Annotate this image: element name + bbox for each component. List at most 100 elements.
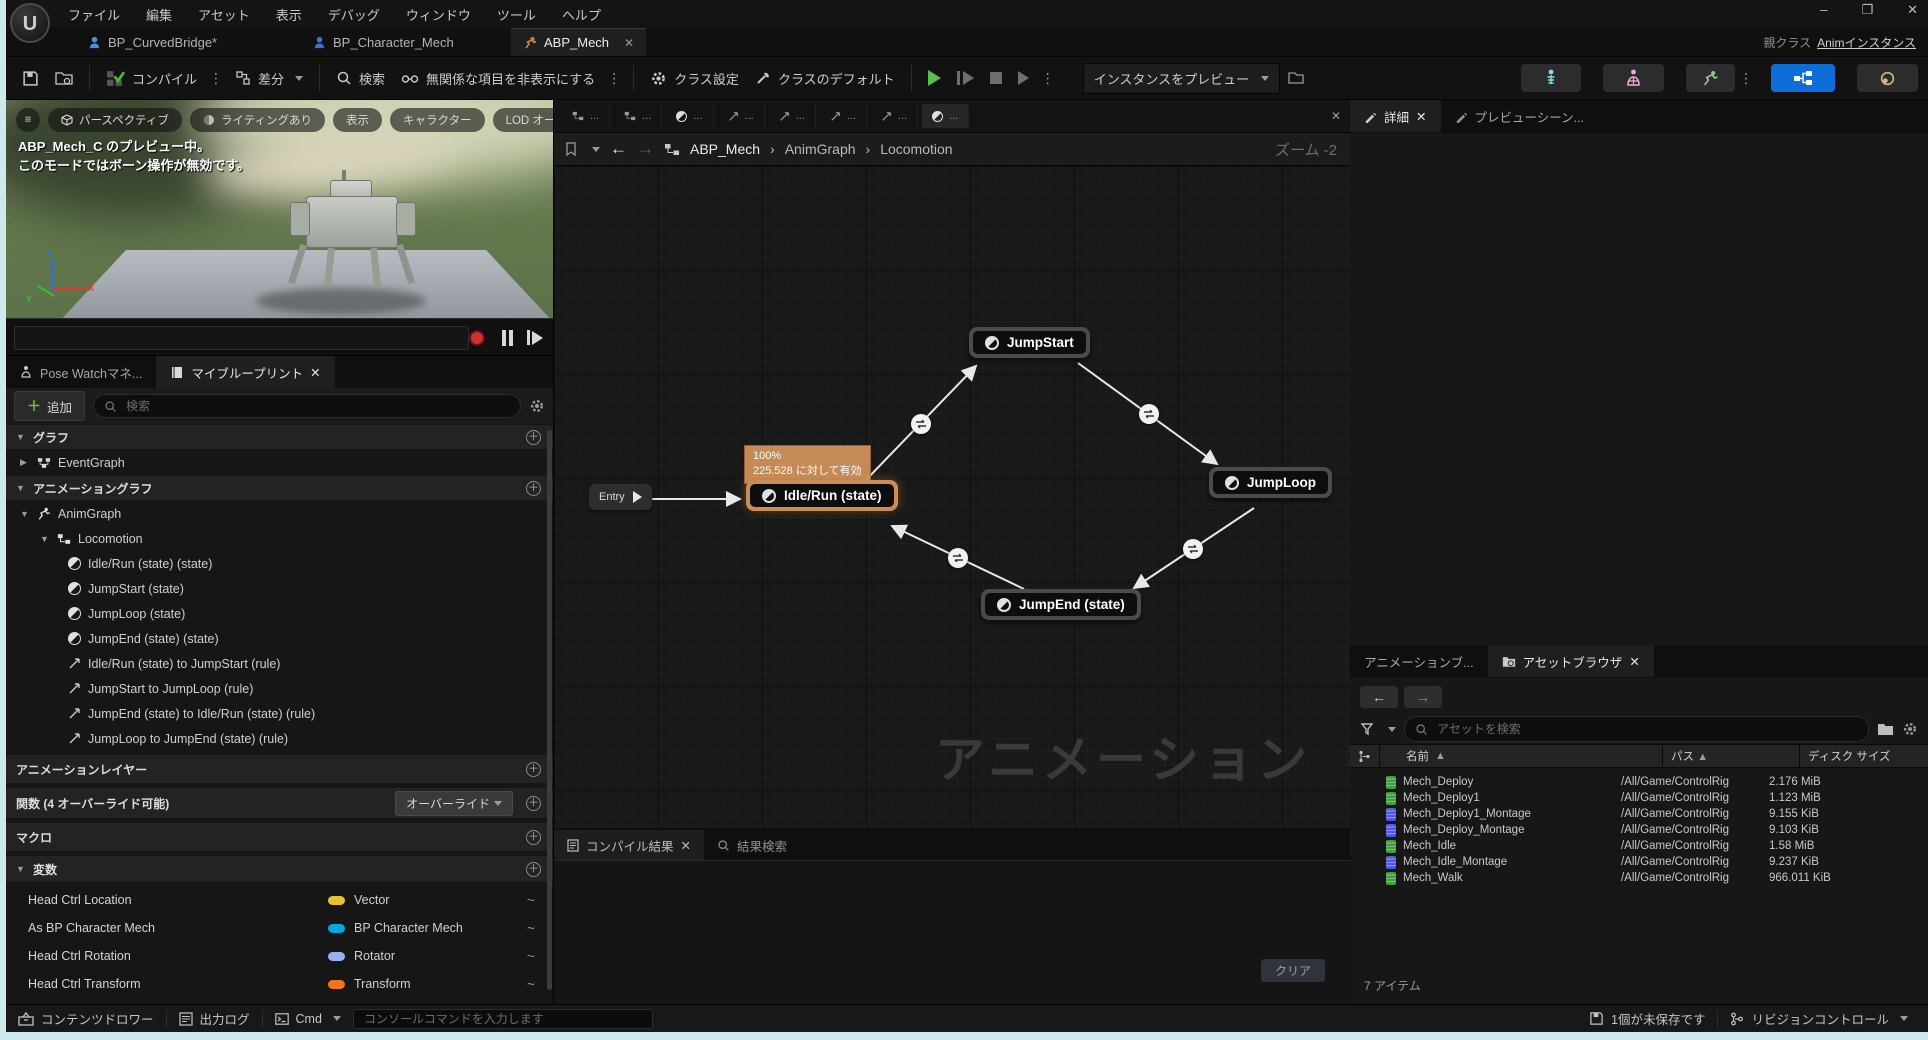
tree-item-state[interactable]: JumpEnd (state) (state) <box>6 626 553 651</box>
column-size[interactable]: ディスク サイズ <box>1808 748 1928 764</box>
play-options-kebab[interactable]: ⋮ <box>1037 70 1059 87</box>
close-tab-icon[interactable]: ✕ <box>624 36 634 50</box>
transition-node[interactable] <box>1183 539 1203 559</box>
class-settings-button[interactable]: クラス設定 <box>642 63 747 94</box>
add-variable-icon[interactable]: ＋ <box>526 861 541 877</box>
close-tab-icon[interactable]: ✕ <box>681 838 691 853</box>
close-tab-icon[interactable]: ✕ <box>1416 109 1426 124</box>
sidebar-scrollbar[interactable] <box>547 430 552 990</box>
graph-doc-tab[interactable]: ... <box>614 104 663 128</box>
breadcrumb-root[interactable]: ABP_Mech <box>690 141 760 157</box>
tab-asset-browser[interactable]: アセットブラウザ ✕ <box>1487 645 1654 677</box>
menu-edit[interactable]: 編集 <box>146 5 172 24</box>
close-strip-icon[interactable]: ✕ <box>1331 109 1341 123</box>
eye-closed-icon[interactable]: ~ <box>527 948 535 964</box>
state-node-jumpend[interactable]: JumpEnd (state) <box>981 589 1141 620</box>
pause-button[interactable] <box>502 330 513 346</box>
section-functions[interactable]: 関数 (4 オーバーライド可能) オーバーライド ＋ <box>6 787 553 819</box>
transition-node[interactable] <box>911 414 931 434</box>
clear-button[interactable]: クリア <box>1260 959 1325 982</box>
frame-skip-button[interactable] <box>1010 65 1037 91</box>
tab-abp-mech[interactable]: ABP_Mech ✕ <box>511 28 647 56</box>
asset-search-input[interactable] <box>1435 721 1858 737</box>
perspective-dropdown[interactable]: パースペクティブ <box>48 108 182 132</box>
timeline-scrubber[interactable] <box>14 326 469 350</box>
variable-row[interactable]: As BP Character Mech BP Character Mech ~ <box>6 914 553 942</box>
transition-node[interactable] <box>948 548 968 568</box>
filter-icon[interactable] <box>1360 722 1376 736</box>
mesh-shortcut-button[interactable] <box>1603 64 1664 92</box>
state-node-jumpstart[interactable]: JumpStart <box>969 327 1090 358</box>
graph-doc-tab[interactable]: ... <box>718 104 765 128</box>
asset-row[interactable]: Mech_Deploy_Montage /All/Game/ControlRig… <box>1350 822 1928 838</box>
eye-closed-icon[interactable]: ~ <box>527 920 535 936</box>
menu-help[interactable]: ヘルプ <box>562 5 601 24</box>
nav-forward-button[interactable]: → <box>637 139 654 159</box>
add-macro-icon[interactable]: ＋ <box>526 829 541 845</box>
bookmark-icon[interactable] <box>564 142 578 156</box>
settings-gear-icon[interactable] <box>1902 721 1918 737</box>
minimize-button[interactable]: – <box>1820 2 1827 18</box>
preview-instance-dropdown[interactable]: インスタンスをプレビュー <box>1082 62 1281 94</box>
add-layer-icon[interactable]: ＋ <box>526 761 541 777</box>
step-into-button[interactable] <box>949 65 982 91</box>
maximize-button[interactable]: ❐ <box>1861 2 1873 18</box>
menu-file[interactable]: ファイル <box>68 5 120 24</box>
save-button[interactable] <box>14 64 47 93</box>
skeleton-shortcut-button[interactable] <box>1521 64 1581 92</box>
revision-control-button[interactable]: リビジョンコントロール <box>1718 1005 1920 1033</box>
menu-debug[interactable]: デバッグ <box>328 5 380 24</box>
tab-bp-character-mech[interactable]: BP_Character_Mech <box>301 28 466 56</box>
add-function-icon[interactable]: ＋ <box>526 795 541 811</box>
eye-closed-icon[interactable]: ~ <box>527 892 535 908</box>
folder-icon[interactable] <box>1877 722 1894 736</box>
breadcrumb-animgraph[interactable]: AnimGraph <box>785 141 856 157</box>
parent-class-link[interactable]: Animインスタンス <box>1817 36 1916 50</box>
asset-row[interactable]: Mech_Deploy1_Montage /All/Game/ControlRi… <box>1350 806 1928 822</box>
play-button[interactable] <box>920 64 949 92</box>
graph-doc-tab[interactable]: ... <box>871 104 919 128</box>
physics-shortcut-button[interactable] <box>1857 64 1918 92</box>
chevron-down-icon[interactable] <box>592 146 600 152</box>
add-graph-icon[interactable]: ＋ <box>526 429 541 445</box>
graph-doc-tab[interactable]: ... <box>820 104 868 128</box>
lit-mode-dropdown[interactable]: ライティングあり <box>189 108 326 132</box>
tree-item-state[interactable]: JumpLoop (state) <box>6 601 553 626</box>
find-button[interactable]: 検索 <box>328 63 393 94</box>
class-defaults-button[interactable]: クラスのデフォルト <box>747 63 903 94</box>
hide-unrelated-button[interactable]: 無関係な項目を非表示にする <box>393 63 603 94</box>
asset-forward-button[interactable]: → <box>1404 686 1442 708</box>
debug-filter-button[interactable] <box>1280 65 1312 91</box>
close-tab-icon[interactable]: ✕ <box>1629 654 1639 669</box>
breadcrumb-locomotion[interactable]: Locomotion <box>880 141 952 157</box>
compile-button[interactable]: コンパイル <box>98 63 205 94</box>
chevron-down-icon[interactable] <box>1388 726 1396 732</box>
tree-item-animgraph[interactable]: ▼ AnimGraph <box>6 501 553 526</box>
graph-doc-tab-current[interactable]: ... <box>922 104 970 128</box>
asset-row[interactable]: Mech_Idle /All/Game/ControlRig 1.58 MiB <box>1350 838 1928 854</box>
tree-item-state[interactable]: Idle/Run (state) (state) <box>6 551 553 576</box>
tab-my-blueprint[interactable]: マイブループリント ✕ <box>156 356 335 388</box>
entry-node[interactable]: Entry <box>589 484 652 510</box>
menu-tools[interactable]: ツール <box>497 5 536 24</box>
state-node-jumploop[interactable]: JumpLoop <box>1209 467 1332 498</box>
menu-view[interactable]: 表示 <box>276 5 302 24</box>
section-animation-graphs[interactable]: ▼ アニメーショングラフ＋ <box>6 475 553 501</box>
lod-dropdown[interactable]: LOD オート <box>492 108 553 132</box>
hierarchy-column-icon[interactable] <box>1358 750 1371 763</box>
console-command-input[interactable] <box>361 1010 644 1027</box>
preview-viewport[interactable]: ≡ パースペクティブ ライティングあり 表示 キャラクター LOD オート AB… <box>6 100 553 318</box>
compile-options-kebab[interactable]: ⋮ <box>205 70 227 87</box>
unsaved-status-button[interactable]: 1個が未保存です <box>1577 1005 1717 1033</box>
asset-search[interactable] <box>1404 716 1869 742</box>
variable-row[interactable]: Head Ctrl Location Vector ~ <box>6 886 553 914</box>
find-results-control[interactable]: 結果検索 <box>704 830 800 860</box>
tree-item-eventgraph[interactable]: ▶ EventGraph <box>6 450 553 475</box>
override-dropdown[interactable]: オーバーライド <box>395 790 513 816</box>
tree-item-state[interactable]: JumpStart (state) <box>6 576 553 601</box>
eye-closed-icon[interactable]: ~ <box>527 976 535 992</box>
console-command-field[interactable] <box>352 1008 653 1029</box>
animation-kebab[interactable]: ⋮ <box>1735 70 1757 87</box>
add-button[interactable]: ＋ 追加 <box>14 391 86 421</box>
tab-animation-blueprint[interactable]: アニメーションブ... <box>1350 645 1488 677</box>
